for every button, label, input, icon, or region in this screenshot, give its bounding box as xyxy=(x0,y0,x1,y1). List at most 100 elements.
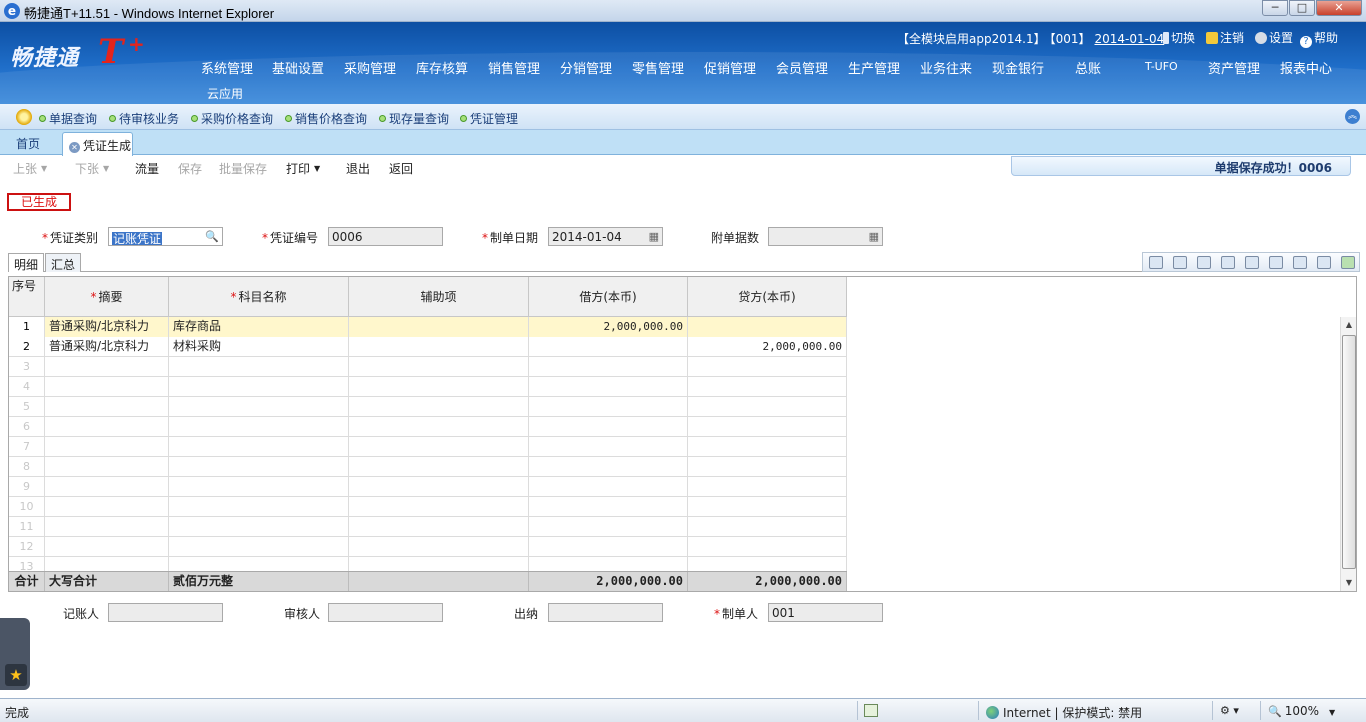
row-account[interactable] xyxy=(169,377,349,397)
nav-business[interactable]: 业务往来 xyxy=(920,58,972,77)
row-debit[interactable] xyxy=(529,417,688,437)
table-row[interactable]: 6 xyxy=(9,417,847,437)
row-account[interactable] xyxy=(169,477,349,497)
nav-system[interactable]: 系统管理 xyxy=(201,58,253,77)
close-window-button[interactable]: ✕ xyxy=(1316,0,1362,16)
row-account[interactable] xyxy=(169,437,349,457)
add-ons-icon[interactable]: ⚙ ▾ xyxy=(1220,704,1239,717)
delete-row-icon[interactable] xyxy=(1173,256,1187,269)
row-credit[interactable] xyxy=(688,357,847,377)
row-credit[interactable] xyxy=(688,457,847,477)
calculator-icon[interactable]: ▦ xyxy=(869,230,879,243)
print-row-icon[interactable] xyxy=(1197,256,1211,269)
star-icon[interactable]: ★ xyxy=(5,664,27,686)
row-aux[interactable] xyxy=(349,457,529,477)
nav-inventory[interactable]: 库存核算 xyxy=(416,58,468,77)
row-account[interactable]: 材料采购 xyxy=(169,337,349,357)
shortcut-purchase-price[interactable]: 采购价格查询 xyxy=(191,110,273,127)
exit-button[interactable]: 退出 xyxy=(346,160,370,177)
row-aux[interactable] xyxy=(349,417,529,437)
minimize-button[interactable]: ─ xyxy=(1262,0,1288,16)
row-debit[interactable]: 2,000,000.00 xyxy=(529,317,688,337)
table-row[interactable]: 4 xyxy=(9,377,847,397)
row-summary[interactable] xyxy=(45,377,169,397)
scroll-down-icon[interactable]: ▼ xyxy=(1341,575,1356,591)
row-aux[interactable] xyxy=(349,317,529,337)
row-credit[interactable] xyxy=(688,437,847,457)
column-settings-icon[interactable] xyxy=(1221,256,1235,269)
row-aux[interactable] xyxy=(349,377,529,397)
tab-home[interactable]: 首页 xyxy=(16,135,40,152)
zoom-control[interactable]: 🔍 100% ▼ xyxy=(1268,704,1335,718)
tab-close-icon[interactable]: ✕ xyxy=(69,142,80,153)
save-button[interactable]: 保存 xyxy=(178,160,202,177)
paste-icon[interactable] xyxy=(1317,256,1331,269)
table-row[interactable]: 10 xyxy=(9,497,847,517)
sort-icon[interactable] xyxy=(1245,256,1259,269)
shortcut-pending-review[interactable]: 待审核业务 xyxy=(109,110,179,127)
row-credit[interactable] xyxy=(688,397,847,417)
row-account[interactable]: 库存商品 xyxy=(169,317,349,337)
row-aux[interactable] xyxy=(349,517,529,537)
switch-link[interactable]: 切换 xyxy=(1163,29,1195,46)
row-summary[interactable] xyxy=(45,517,169,537)
row-aux[interactable] xyxy=(349,397,529,417)
prev-button[interactable]: 上张 ▼ xyxy=(13,160,47,177)
table-row[interactable]: 11 xyxy=(9,517,847,537)
row-summary[interactable] xyxy=(45,357,169,377)
row-summary[interactable] xyxy=(45,397,169,417)
back-button[interactable]: 返回 xyxy=(389,160,413,177)
help-link[interactable]: ? 帮助 xyxy=(1300,29,1338,48)
grid-scrollbar[interactable]: ▲ ▼ xyxy=(1340,317,1356,591)
table-row[interactable]: 1 普通采购/北京科力 库存商品 2,000,000.00 xyxy=(9,317,847,337)
row-debit[interactable] xyxy=(529,537,688,557)
row-credit[interactable] xyxy=(688,477,847,497)
security-zone[interactable]: Internet | 保护模式: 禁用 xyxy=(986,704,1142,721)
copy-icon[interactable] xyxy=(1293,256,1307,269)
shortcut-document-query[interactable]: 单据查询 xyxy=(39,110,97,127)
row-aux[interactable] xyxy=(349,497,529,517)
table-row[interactable]: 7 xyxy=(9,437,847,457)
row-debit[interactable] xyxy=(529,337,688,357)
export-excel-icon[interactable] xyxy=(1341,256,1355,269)
row-credit[interactable] xyxy=(688,417,847,437)
row-debit[interactable] xyxy=(529,437,688,457)
table-row[interactable]: 5 xyxy=(9,397,847,417)
row-debit[interactable] xyxy=(529,357,688,377)
row-account[interactable] xyxy=(169,537,349,557)
row-credit[interactable] xyxy=(688,317,847,337)
row-debit[interactable] xyxy=(529,457,688,477)
swap-icon[interactable] xyxy=(1269,256,1283,269)
login-date-link[interactable]: 2014-01-04 xyxy=(1094,32,1164,46)
row-summary[interactable] xyxy=(45,497,169,517)
voucher-type-field[interactable]: 记账凭证 🔍 xyxy=(108,227,223,246)
row-account[interactable] xyxy=(169,397,349,417)
flow-button[interactable]: 流量 xyxy=(135,160,159,177)
row-aux[interactable] xyxy=(349,477,529,497)
row-summary[interactable]: 普通采购/北京科力 xyxy=(45,317,169,337)
scrollbar-thumb[interactable] xyxy=(1342,335,1356,569)
row-summary[interactable]: 普通采购/北京科力 xyxy=(45,337,169,357)
nav-promotion[interactable]: 促销管理 xyxy=(704,58,756,77)
attachments-field[interactable]: ▦ xyxy=(768,227,883,246)
nav-t-ufo[interactable]: T-UFO xyxy=(1145,60,1178,73)
row-aux[interactable] xyxy=(349,337,529,357)
nav-cash-bank[interactable]: 现金银行 xyxy=(992,58,1044,77)
collapse-up-icon[interactable]: ︽ xyxy=(1345,109,1360,124)
logout-link[interactable]: 注销 xyxy=(1206,29,1244,46)
nav-cloud-apps[interactable]: 云应用 xyxy=(207,85,243,102)
row-debit[interactable] xyxy=(529,377,688,397)
row-summary[interactable] xyxy=(45,437,169,457)
nav-membership[interactable]: 会员管理 xyxy=(776,58,828,77)
next-button[interactable]: 下张 ▼ xyxy=(75,160,109,177)
shortcut-sales-price[interactable]: 销售价格查询 xyxy=(285,110,367,127)
nav-reports[interactable]: 报表中心 xyxy=(1280,58,1332,77)
row-aux[interactable] xyxy=(349,537,529,557)
row-credit[interactable] xyxy=(688,497,847,517)
nav-basic-settings[interactable]: 基础设置 xyxy=(272,58,324,77)
table-row[interactable]: 2 普通采购/北京科力 材料采购 2,000,000.00 xyxy=(9,337,847,357)
insert-row-icon[interactable] xyxy=(1149,256,1163,269)
row-summary[interactable] xyxy=(45,477,169,497)
gear-icon[interactable] xyxy=(16,109,32,125)
nav-production[interactable]: 生产管理 xyxy=(848,58,900,77)
